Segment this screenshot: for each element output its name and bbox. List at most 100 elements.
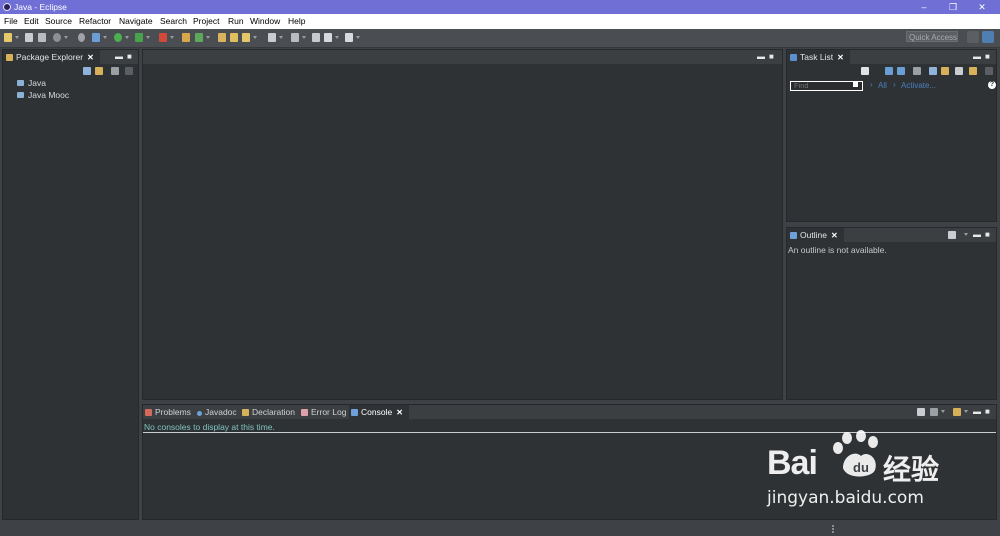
close-icon[interactable]: ✕ <box>87 53 94 62</box>
menu-source[interactable]: Source <box>45 16 72 26</box>
focus-task-icon[interactable] <box>111 67 119 75</box>
minimize-icon[interactable]: ▬ <box>973 407 981 416</box>
next-annotation-icon[interactable] <box>291 33 299 42</box>
editor-maximize-icon[interactable]: ■ <box>769 52 774 61</box>
open-task-icon[interactable] <box>230 33 238 42</box>
annotation-icon[interactable] <box>268 33 276 42</box>
sort-icon[interactable] <box>941 67 949 75</box>
pin-console-icon[interactable] <box>930 408 938 416</box>
maximize-icon[interactable]: ■ <box>127 52 132 61</box>
tab-declaration[interactable]: Declaration <box>240 405 295 419</box>
filter-all-link[interactable]: All <box>878 81 887 90</box>
view-menu-icon[interactable] <box>985 67 993 75</box>
skip-breakpoints-icon[interactable] <box>78 33 85 42</box>
menu-window[interactable]: Window <box>250 16 280 26</box>
next-annotation-dropdown-icon[interactable] <box>302 36 306 39</box>
tree-item-java-mooc[interactable]: Java Mooc <box>17 90 69 100</box>
open-console-icon[interactable] <box>953 408 961 416</box>
editor-minimize-icon[interactable]: ▬ <box>757 52 765 61</box>
minimize-icon[interactable]: ▬ <box>973 230 981 239</box>
menu-help[interactable]: Help <box>288 16 305 26</box>
quick-access-field[interactable]: Quick Access <box>906 31 958 42</box>
java-perspective-icon[interactable] <box>982 31 994 43</box>
forward-icon[interactable] <box>345 33 353 42</box>
help-icon[interactable]: ? <box>988 81 996 89</box>
close-icon[interactable]: ✕ <box>831 231 838 240</box>
back-dropdown-icon[interactable] <box>335 36 339 39</box>
close-window-button[interactable]: ✕ <box>968 0 996 14</box>
new-icon[interactable] <box>4 33 12 42</box>
new-class-dropdown-icon[interactable] <box>206 36 210 39</box>
focus-workweek-icon[interactable] <box>913 67 921 75</box>
search-dropdown-icon[interactable] <box>253 36 257 39</box>
menu-search[interactable]: Search <box>160 16 187 26</box>
settings-dropdown-icon[interactable] <box>64 36 68 39</box>
new-java-package-icon[interactable] <box>195 33 203 42</box>
view-menu-icon[interactable] <box>964 233 968 236</box>
editor-area[interactable]: ▬ ■ <box>142 49 783 400</box>
external-tools-icon[interactable] <box>159 33 167 42</box>
status-handle-icon[interactable] <box>832 525 836 533</box>
menu-refactor[interactable]: Refactor <box>79 16 111 26</box>
link-with-editor-icon[interactable] <box>95 67 103 75</box>
external-tools-dropdown-icon[interactable] <box>170 36 174 39</box>
maximize-icon[interactable]: ■ <box>985 52 990 61</box>
minimize-window-button[interactable]: – <box>910 0 938 14</box>
tab-error-log[interactable]: Error Log <box>299 405 346 419</box>
collapse-all-icon[interactable] <box>955 67 963 75</box>
display-selected-console-icon[interactable] <box>917 408 925 416</box>
new-java-project-icon[interactable] <box>182 33 190 42</box>
restore-window-button[interactable]: ❐ <box>939 0 967 14</box>
debug-icon[interactable] <box>92 33 100 42</box>
settings-icon[interactable] <box>53 33 61 42</box>
run-icon[interactable] <box>114 33 122 42</box>
save-icon[interactable] <box>25 33 33 42</box>
clear-find-icon[interactable] <box>853 82 858 87</box>
hide-completed-icon[interactable] <box>929 67 937 75</box>
minimize-icon[interactable]: ▬ <box>115 52 123 61</box>
synchronize-icon[interactable] <box>885 67 893 75</box>
tab-outline[interactable]: Outline ✕ <box>787 228 844 242</box>
search-icon[interactable] <box>242 33 250 42</box>
minimize-icon[interactable]: ▬ <box>973 52 981 61</box>
annotation-dropdown-icon[interactable] <box>279 36 283 39</box>
view-menu-icon[interactable] <box>125 67 133 75</box>
project-folder-icon <box>17 80 24 86</box>
tab-problems[interactable]: Problems <box>143 405 191 419</box>
tab-javadoc[interactable]: Javadoc <box>195 405 237 419</box>
tab-package-explorer[interactable]: Package Explorer ✕ <box>3 50 100 64</box>
tab-task-list[interactable]: Task List ✕ <box>787 50 850 64</box>
open-console-dropdown-icon[interactable] <box>964 410 968 413</box>
open-type-icon[interactable] <box>218 33 226 42</box>
debug-dropdown-icon[interactable] <box>103 36 107 39</box>
new-task-icon[interactable] <box>861 67 869 75</box>
pin-console-dropdown-icon[interactable] <box>941 410 945 413</box>
tab-console[interactable]: Console ✕ <box>349 405 409 419</box>
open-perspective-icon[interactable] <box>967 31 979 43</box>
coverage-icon[interactable] <box>135 33 143 42</box>
activate-link[interactable]: Activate... <box>901 81 936 90</box>
forward-dropdown-icon[interactable] <box>356 36 360 39</box>
focus-active-task-icon[interactable] <box>948 231 956 239</box>
main-toolbar <box>0 29 1000 48</box>
run-dropdown-icon[interactable] <box>125 36 129 39</box>
maximize-icon[interactable]: ■ <box>985 407 990 416</box>
menu-edit[interactable]: Edit <box>24 16 39 26</box>
maximize-icon[interactable]: ■ <box>985 230 990 239</box>
link-icon[interactable] <box>969 67 977 75</box>
menu-run[interactable]: Run <box>228 16 244 26</box>
collapse-all-icon[interactable] <box>83 67 91 75</box>
menu-project[interactable]: Project <box>193 16 219 26</box>
tree-item-java[interactable]: Java <box>17 78 46 88</box>
menu-file[interactable]: File <box>4 16 18 26</box>
categorized-icon[interactable] <box>897 67 905 75</box>
new-dropdown-icon[interactable] <box>15 36 19 39</box>
last-edit-icon[interactable] <box>312 33 320 42</box>
menu-navigate[interactable]: Navigate <box>119 16 153 26</box>
coverage-dropdown-icon[interactable] <box>146 36 150 39</box>
save-all-icon[interactable] <box>38 33 46 42</box>
eclipse-icon <box>3 3 11 11</box>
close-icon[interactable]: ✕ <box>837 53 844 62</box>
back-icon[interactable] <box>324 33 332 42</box>
close-icon[interactable]: ✕ <box>396 408 403 417</box>
